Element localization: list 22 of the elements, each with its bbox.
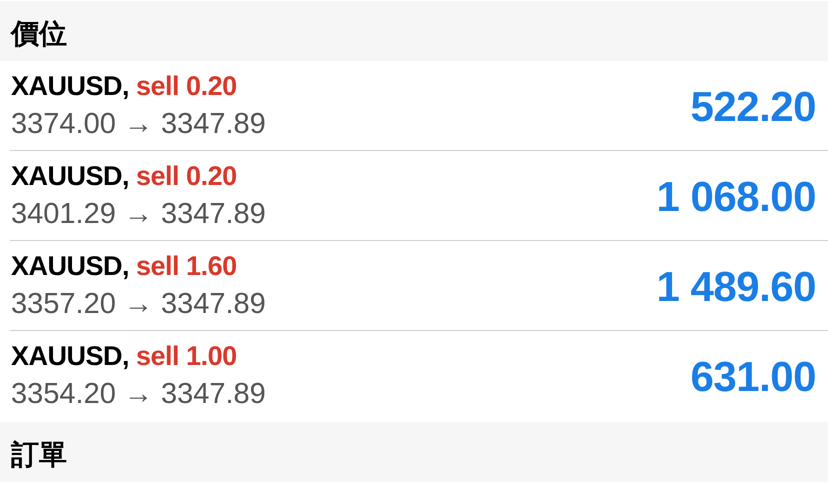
price-change: 3357.20 → 3347.89 — [11, 287, 266, 322]
price-change: 3401.29 → 3347.89 — [11, 197, 266, 232]
position-row[interactable]: XAUUSD, sell 1.00 3354.20 → 3347.89 631.00 — [0, 331, 828, 421]
section-title: 訂單 — [11, 438, 67, 472]
symbol-label: XAUUSD, — [11, 250, 130, 283]
section-title: 價位 — [11, 17, 67, 51]
symbol-label: XAUUSD, — [11, 70, 130, 103]
profit-value: 522.20 — [690, 82, 816, 132]
trade-label: sell 0.20 — [136, 160, 237, 193]
trade-label: sell 0.20 — [136, 70, 237, 103]
symbol-label: XAUUSD, — [11, 160, 130, 193]
price-change: 3374.00 → 3347.89 — [11, 107, 266, 142]
symbol-label: XAUUSD, — [11, 340, 130, 373]
profit-value: 1 068.00 — [656, 172, 816, 222]
price-change: 3354.20 → 3347.89 — [11, 377, 266, 412]
profit-value: 1 489.60 — [656, 262, 816, 312]
position-row[interactable]: XAUUSD, sell 0.20 3401.29 → 3347.89 1 068.00 — [0, 151, 828, 241]
trade-label: sell 1.60 — [136, 250, 237, 283]
position-row[interactable]: XAUUSD, sell 0.20 3374.00 → 3347.89 522.20 — [0, 61, 828, 151]
profit-value: 631.00 — [690, 352, 816, 402]
trade-label: sell 1.00 — [136, 340, 237, 373]
position-row[interactable]: XAUUSD, sell 1.60 3357.20 → 3347.89 1 489.60 — [0, 241, 828, 331]
